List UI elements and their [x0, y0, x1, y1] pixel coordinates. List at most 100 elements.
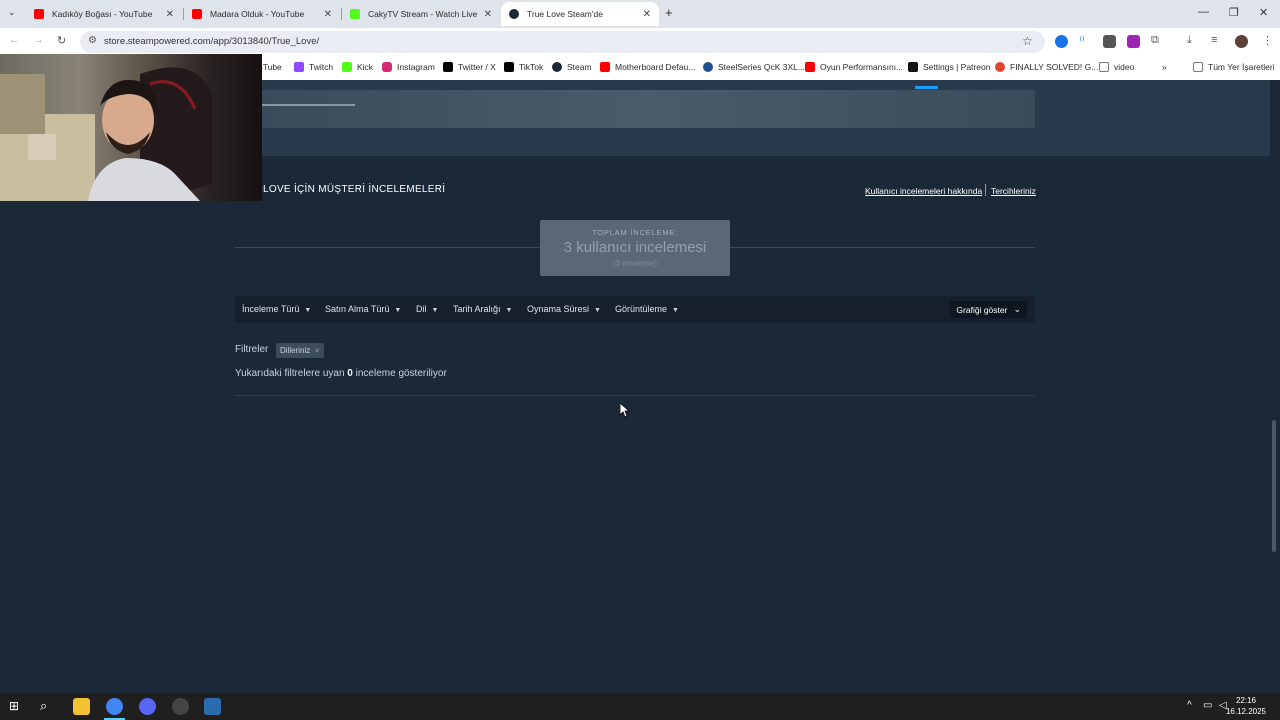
- bookmark-oyun[interactable]: Oyun Performansını...: [805, 62, 903, 72]
- extension-icon[interactable]: [1055, 35, 1068, 48]
- cast-extension-icon[interactable]: [1103, 35, 1116, 48]
- steelseries-icon: [703, 62, 713, 72]
- forward-icon[interactable]: →: [33, 34, 44, 46]
- chevron-more-icon: »: [1162, 62, 1167, 72]
- bookmark-label: Motherboard Defau...: [615, 62, 696, 72]
- bookmark-label: TikTok: [519, 62, 544, 72]
- total-reviews-value: 3 kullanıcı incelemesi: [563, 239, 707, 256]
- address-bar[interactable]: ⚙ store.steampowered.com/app/3013840/Tru…: [80, 31, 1045, 53]
- reload-icon[interactable]: ↻: [57, 34, 66, 47]
- caret-down-icon: ▼: [304, 307, 312, 314]
- about-reviews-link[interactable]: Kullanıcı incelemeleri hakkında: [865, 186, 982, 196]
- menu-dots-icon[interactable]: ⋮: [1262, 34, 1273, 47]
- obs-icon[interactable]: [172, 698, 189, 715]
- filter-playtime[interactable]: Oynama Süresi ▼: [527, 304, 601, 314]
- clock-time: 22:16: [1235, 696, 1256, 705]
- show-graph-button[interactable]: Grafiği göster ⌄: [950, 301, 1027, 318]
- bookmark-label: Twitter / X: [458, 62, 496, 72]
- app-icon[interactable]: [204, 698, 221, 715]
- bookmark-patreon[interactable]: Settings | Patreon: [908, 62, 990, 72]
- back-icon[interactable]: ←: [9, 34, 20, 46]
- tab-search-icon[interactable]: ⌄: [8, 7, 16, 18]
- file-explorer-icon[interactable]: [73, 698, 90, 715]
- caret-down-icon: ▼: [394, 307, 402, 314]
- filter-language[interactable]: Dil ▼: [416, 304, 438, 314]
- bookmark-label: video: [1114, 62, 1135, 72]
- page-scrollbar[interactable]: [1272, 420, 1276, 552]
- network-icon[interactable]: ▭: [1203, 700, 1212, 711]
- bookmark-steelseries[interactable]: SteelSeries QcK 3XL...: [703, 62, 805, 72]
- tray-chevron-icon[interactable]: ^: [1187, 700, 1192, 711]
- bookmark-steam[interactable]: Steam: [552, 62, 592, 72]
- close-icon[interactable]: ✕: [324, 9, 332, 20]
- youtube-icon: [600, 62, 610, 72]
- link-divider: [985, 184, 986, 196]
- bookmark-instagram[interactable]: Instagram: [382, 62, 435, 72]
- tab-title: CakyTV Stream - Watch Live on: [368, 9, 478, 19]
- filter-label: Görüntüleme: [615, 304, 668, 314]
- browser-toolbar: ← → ↻ ⚙ store.steampowered.com/app/30138…: [0, 28, 1280, 56]
- bookmarks-bar: uTube Twitch Kick Instagram Twitter / X …: [258, 56, 1280, 80]
- windows-start-icon[interactable]: ⊞: [9, 699, 19, 713]
- minimize-icon[interactable]: —: [1198, 6, 1209, 18]
- restore-icon[interactable]: ❐: [1229, 6, 1239, 19]
- x-icon: [443, 62, 453, 72]
- active-filter-chip[interactable]: Dilleriniz ✕: [276, 343, 325, 358]
- extensions-puzzle-icon[interactable]: ⧉: [1151, 34, 1159, 47]
- bookmark-label: Tüm Yer İşaretleri: [1208, 62, 1275, 72]
- chrome-icon[interactable]: [106, 698, 123, 715]
- tab-title: True Love Steam'de: [527, 9, 603, 19]
- bookmark-motherboard[interactable]: Motherboard Defau...: [600, 62, 695, 72]
- media-control-icon[interactable]: ≡: [1211, 34, 1217, 46]
- close-icon[interactable]: ✕: [484, 9, 492, 20]
- url-text[interactable]: store.steampowered.com/app/3013840/True_…: [104, 36, 319, 47]
- search-icon[interactable]: ⌕: [40, 698, 47, 714]
- all-bookmarks[interactable]: Tüm Yer İşaretleri: [1193, 62, 1275, 72]
- remove-filter-icon[interactable]: ✕: [314, 347, 320, 355]
- patreon-icon: [908, 62, 918, 72]
- bookmark-tiktok[interactable]: TikTok: [504, 62, 543, 72]
- filter-purchase-type[interactable]: Satın Alma Türü ▼: [325, 304, 401, 314]
- filters-label: Filtreler: [235, 344, 269, 355]
- filter-display[interactable]: Görüntüleme ▼: [615, 304, 679, 314]
- tab-kadikoy[interactable]: Kadıköy Boğası - YouTube ✕: [26, 2, 182, 26]
- preferences-link[interactable]: Tercihleriniz: [991, 186, 1036, 196]
- kick-icon: [350, 9, 360, 19]
- clock-date: 16.12.2025: [1225, 707, 1266, 716]
- bookmark-kick[interactable]: Kick: [342, 62, 373, 72]
- audio-extension-icon[interactable]: ⁾⁾: [1079, 34, 1084, 47]
- close-icon[interactable]: ✕: [643, 9, 651, 20]
- total-reviews-label: TOPLAM İNCELEME:: [591, 228, 678, 237]
- bookmark-label: Oyun Performansını...: [820, 62, 904, 72]
- new-tab-button[interactable]: +: [665, 5, 673, 20]
- filter-date-range[interactable]: Tarih Aralığı ▼: [453, 304, 512, 314]
- discord-icon[interactable]: [139, 698, 156, 715]
- download-icon[interactable]: ⤓: [1187, 34, 1192, 47]
- site-info-icon[interactable]: ⚙: [88, 35, 97, 46]
- total-reviews-box: TOPLAM İNCELEME: 3 kullanıcı incelemesi …: [540, 220, 730, 276]
- system-clock[interactable]: 22:16 16.12.2025: [1226, 695, 1266, 717]
- profile-avatar[interactable]: [1235, 35, 1248, 48]
- bookmark-finally-solved[interactable]: FINALLY SOLVED! G...: [995, 62, 1098, 72]
- twitch-icon: [294, 62, 304, 72]
- twitch-extension-icon[interactable]: [1127, 35, 1140, 48]
- steam-icon: [509, 9, 519, 19]
- caret-down-icon: ▼: [431, 307, 439, 314]
- webcam-overlay: [0, 54, 262, 201]
- chip-label: Dilleriniz: [280, 346, 311, 355]
- tab-true-love[interactable]: True Love Steam'de ✕: [501, 2, 659, 26]
- media-scroll-thumb[interactable]: [262, 104, 355, 106]
- folder-icon: [1193, 62, 1203, 72]
- tab-madara[interactable]: Madara Olduk - YouTube ✕: [184, 2, 340, 26]
- tab-cakytv[interactable]: CakyTV Stream - Watch Live on ✕: [342, 2, 500, 26]
- bookmark-star-icon[interactable]: ☆: [1022, 34, 1033, 48]
- windows-taskbar: ⊞ ⌕ ^ ▭ ◁ 22:16 16.12.2025: [0, 693, 1280, 720]
- bookmark-twitch[interactable]: Twitch: [294, 62, 333, 72]
- bookmarks-more[interactable]: »: [1162, 62, 1167, 72]
- bookmark-video[interactable]: video: [1099, 62, 1134, 72]
- bookmark-twitter[interactable]: Twitter / X: [443, 62, 496, 72]
- close-window-icon[interactable]: ✕: [1259, 6, 1268, 19]
- filter-label: Satın Alma Türü: [325, 304, 390, 314]
- filter-review-type[interactable]: İnceleme Türü ▼: [242, 304, 311, 314]
- close-icon[interactable]: ✕: [166, 9, 174, 20]
